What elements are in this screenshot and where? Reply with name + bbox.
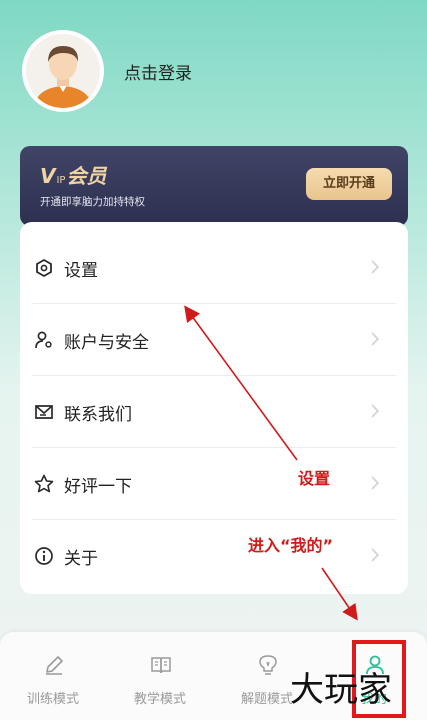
annotation-settings: 设置 — [298, 469, 331, 488]
watermark: 大玩家 — [290, 670, 392, 710]
annotation-arrows — [184, 305, 358, 621]
annotation-enter-mine: 进入“我的” — [248, 536, 334, 555]
